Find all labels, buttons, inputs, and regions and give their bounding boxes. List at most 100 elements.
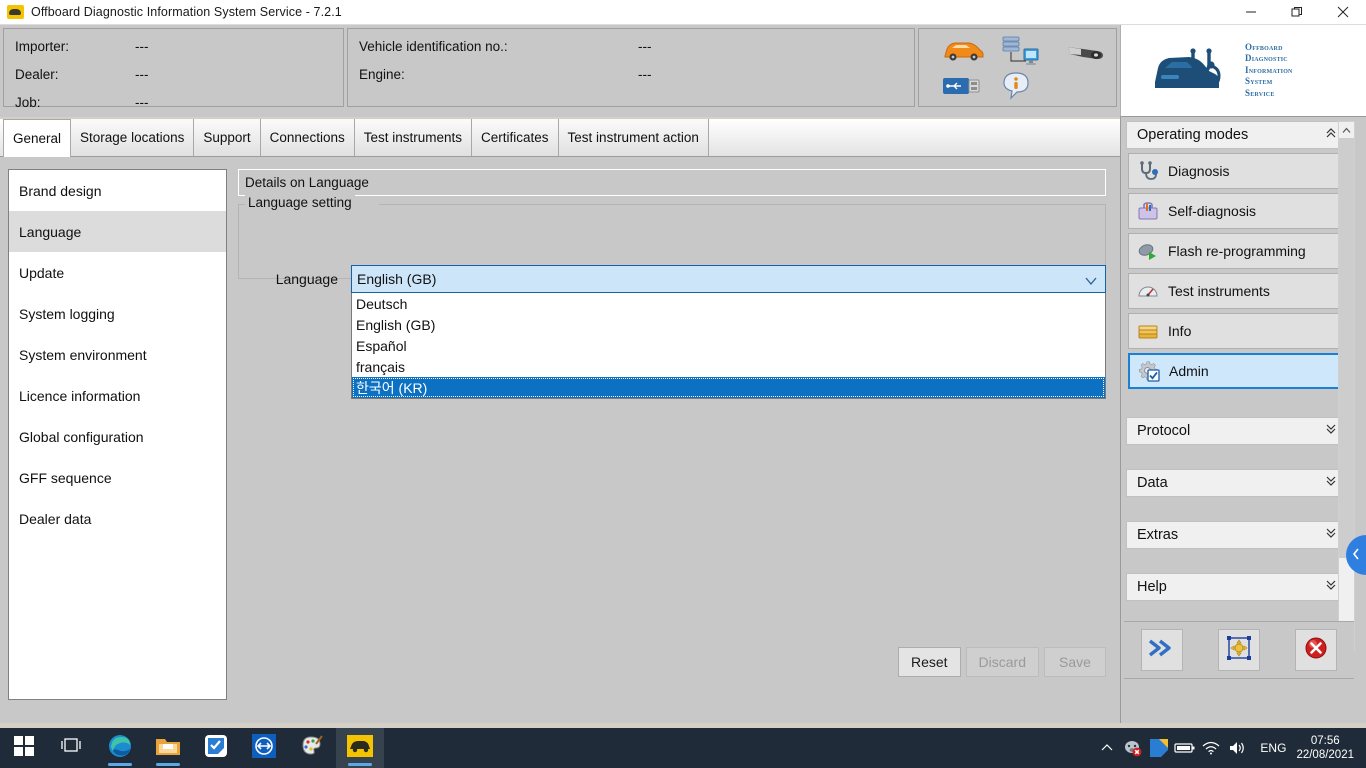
chevron-down-icon[interactable] xyxy=(1085,273,1097,289)
title-bar: Offboard Diagnostic Information System S… xyxy=(0,0,1366,25)
chevron-up-double-icon[interactable] xyxy=(1325,127,1337,143)
odis-button[interactable] xyxy=(336,728,384,768)
language-dropdown-list[interactable]: Deutsch English (GB) Español français 한국… xyxy=(351,293,1106,399)
gauge-icon xyxy=(1137,280,1159,302)
close-button[interactable] xyxy=(1320,0,1366,25)
info-balloon-icon[interactable] xyxy=(1001,71,1031,106)
chevron-left-icon xyxy=(1352,548,1360,563)
odis-car-stethoscope-icon xyxy=(1149,38,1235,104)
dropdown-option-english-gb[interactable]: English (GB) xyxy=(352,314,1105,335)
nav-item-update[interactable]: Update xyxy=(9,252,226,293)
nav-item-brand-design[interactable]: Brand design xyxy=(9,170,226,211)
todo-app-icon[interactable] xyxy=(1146,728,1172,768)
dropdown-option-korean[interactable]: 한국어 (KR) xyxy=(352,377,1105,398)
sidebar-section-label: Protocol xyxy=(1137,423,1190,439)
save-button[interactable]: Save xyxy=(1044,647,1106,677)
paint-button[interactable] xyxy=(288,728,336,768)
reset-button[interactable]: Reset xyxy=(898,647,961,677)
resize-window-button[interactable] xyxy=(1218,629,1260,671)
sidebar-item-test-instruments[interactable]: Test instruments xyxy=(1128,273,1346,309)
antivirus-warning-icon[interactable] xyxy=(1120,728,1146,768)
logo-line-5: Service xyxy=(1245,88,1293,100)
sidebar-item-label: Flash re-programming xyxy=(1168,243,1306,259)
dropdown-option-deutsch[interactable]: Deutsch xyxy=(352,293,1105,314)
sidebar-item-info[interactable]: Info xyxy=(1128,313,1346,349)
input-language[interactable]: ENG xyxy=(1250,741,1296,755)
sidebar-action-bar xyxy=(1124,621,1354,679)
scrollbar-thumb[interactable] xyxy=(1339,138,1354,558)
sidebar-item-label: Diagnosis xyxy=(1168,163,1229,179)
operating-modes-header[interactable]: Operating modes xyxy=(1126,121,1348,149)
minimize-button[interactable] xyxy=(1228,0,1274,25)
sidebar-section-label: Help xyxy=(1137,579,1167,595)
volume-icon[interactable] xyxy=(1224,728,1250,768)
chevron-down-double-icon[interactable] xyxy=(1325,475,1337,491)
discard-button[interactable]: Discard xyxy=(966,647,1039,677)
maximize-restore-button[interactable] xyxy=(1274,0,1320,25)
todo-app-button[interactable] xyxy=(192,728,240,768)
sidebar-scrollbar[interactable] xyxy=(1338,121,1355,651)
sidebar-section-extras[interactable]: Extras xyxy=(1126,521,1348,549)
sidebar-section-protocol[interactable]: Protocol xyxy=(1126,417,1348,445)
content-area: Brand design Language Update System logg… xyxy=(0,157,1120,723)
tab-connections[interactable]: Connections xyxy=(261,119,355,156)
nav-item-licence-information[interactable]: Licence information xyxy=(9,375,226,416)
scroll-up-arrow-icon[interactable] xyxy=(1339,122,1354,138)
sidebar-section-help[interactable]: Help xyxy=(1126,573,1348,601)
close-session-button[interactable] xyxy=(1295,629,1337,671)
battery-icon[interactable] xyxy=(1172,728,1198,768)
usb-connector-icon[interactable] xyxy=(941,74,983,103)
tab-support[interactable]: Support xyxy=(194,119,260,156)
flash-play-icon xyxy=(1137,240,1159,262)
sidebar-item-diagnosis[interactable]: Diagnosis xyxy=(1128,153,1346,189)
sidebar-item-label: Admin xyxy=(1169,363,1209,379)
sidebar-item-self-diagnosis[interactable]: Self-diagnosis xyxy=(1128,193,1346,229)
odis-car-icon xyxy=(347,734,373,763)
language-combobox[interactable]: English (GB) xyxy=(351,265,1106,293)
tab-general[interactable]: General xyxy=(3,119,71,157)
key-icon[interactable] xyxy=(1065,41,1105,68)
nav-item-system-environment[interactable]: System environment xyxy=(9,334,226,375)
teamviewer-button[interactable] xyxy=(240,728,288,768)
tab-storage-locations[interactable]: Storage locations xyxy=(71,119,194,156)
file-explorer-icon xyxy=(155,735,181,762)
operating-modes-list: Diagnosis Self-diagnosis xyxy=(1126,149,1348,389)
teamviewer-icon xyxy=(252,734,276,763)
file-explorer-button[interactable] xyxy=(144,728,192,768)
chevron-down-double-icon[interactable] xyxy=(1325,579,1337,595)
job-value: --- xyxy=(135,95,149,110)
dropdown-option-espanol[interactable]: Español xyxy=(352,335,1105,356)
nav-item-dealer-data[interactable]: Dealer data xyxy=(9,498,226,539)
wifi-icon[interactable] xyxy=(1198,728,1224,768)
vin-label: Vehicle identification no.: xyxy=(359,39,508,54)
vehicle-car-icon[interactable] xyxy=(941,39,985,68)
start-button[interactable] xyxy=(0,728,48,768)
tab-certificates[interactable]: Certificates xyxy=(472,119,559,156)
detail-action-buttons: Reset Discard Save xyxy=(238,647,1106,677)
move-resize-icon xyxy=(1226,635,1252,666)
task-view-button[interactable] xyxy=(48,728,96,768)
chevron-down-double-icon[interactable] xyxy=(1325,423,1337,439)
nav-item-global-configuration[interactable]: Global configuration xyxy=(9,416,226,457)
books-icon xyxy=(1137,320,1159,342)
chevron-up-icon[interactable] xyxy=(1094,728,1120,768)
chevron-down-double-icon[interactable] xyxy=(1325,527,1337,543)
window-controls xyxy=(1228,0,1366,25)
sidebar-item-flash-reprogramming[interactable]: Flash re-programming xyxy=(1128,233,1346,269)
nav-item-gff-sequence[interactable]: GFF sequence xyxy=(9,457,226,498)
logo-line-1: Offboard xyxy=(1245,42,1293,54)
dropdown-option-francais[interactable]: français xyxy=(352,356,1105,377)
sidebar-item-admin[interactable]: Admin xyxy=(1128,353,1346,389)
tab-test-instrument-action[interactable]: Test instrument action xyxy=(559,119,709,156)
edge-button[interactable] xyxy=(96,728,144,768)
clock[interactable]: 07:56 22/08/2021 xyxy=(1296,734,1360,762)
logo-line-3: Information xyxy=(1245,65,1293,77)
edge-browser-icon xyxy=(108,734,132,763)
server-connection-icon[interactable] xyxy=(999,35,1041,74)
continue-button[interactable] xyxy=(1141,629,1183,671)
nav-item-system-logging[interactable]: System logging xyxy=(9,293,226,334)
sidebar-section-data[interactable]: Data xyxy=(1126,469,1348,497)
job-label: Job: xyxy=(15,95,41,110)
tab-test-instruments[interactable]: Test instruments xyxy=(355,119,472,156)
nav-item-language[interactable]: Language xyxy=(9,211,226,252)
